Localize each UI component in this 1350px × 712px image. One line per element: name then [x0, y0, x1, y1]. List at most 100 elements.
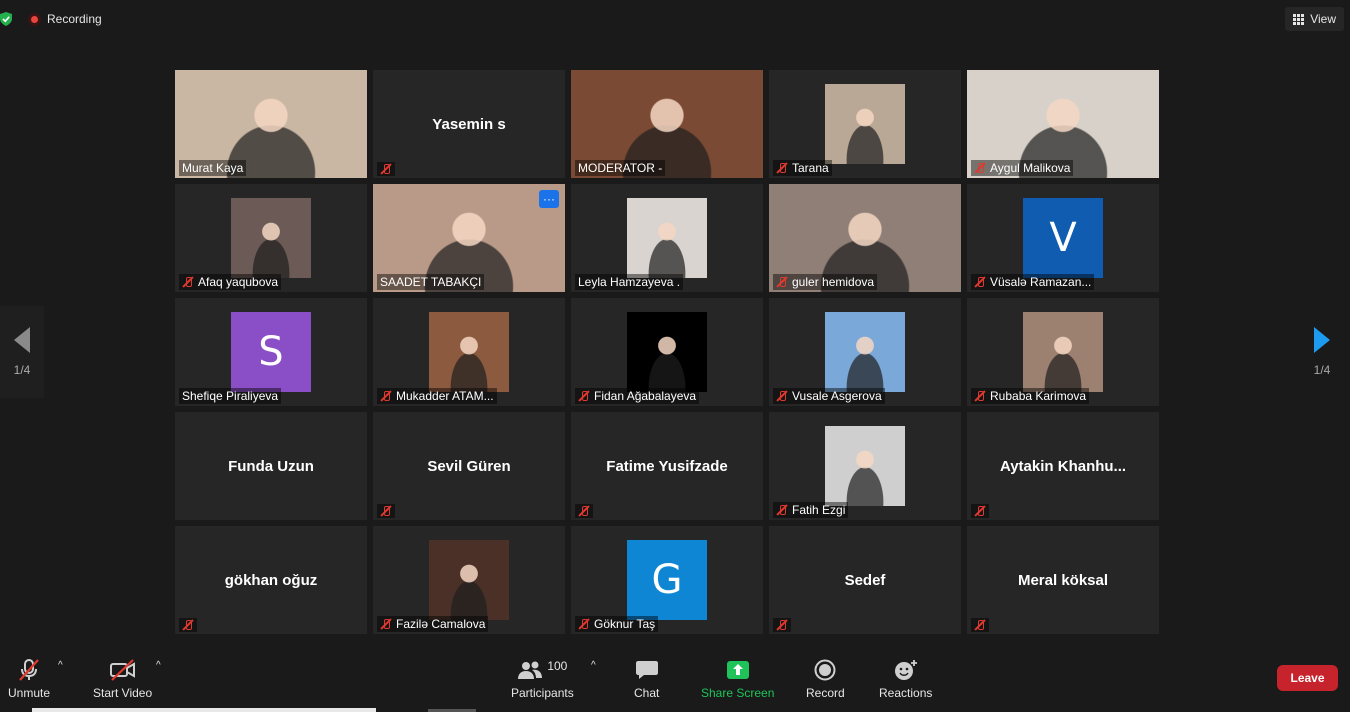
participant-tile[interactable]: Fatime Yusifzade	[571, 412, 763, 520]
participant-tile[interactable]: Rubaba Karimova	[967, 298, 1159, 406]
participant-name-label: Rubaba Karimova	[990, 389, 1087, 403]
mic-muted-icon	[380, 618, 392, 630]
participant-display-name: Sevil Güren	[427, 458, 511, 475]
mic-muted-icon	[182, 276, 194, 288]
view-button[interactable]: View	[1285, 7, 1344, 31]
participant-name-tag: Rubaba Karimova	[971, 388, 1090, 404]
participant-tile[interactable]: Yasemin s	[373, 70, 565, 178]
mic-muted-icon	[974, 276, 986, 288]
participant-name-label: MODERATOR -	[578, 161, 663, 175]
participant-name-tag: Leyla Hamzayeva .	[575, 274, 684, 290]
participants-options-caret[interactable]: ^	[591, 660, 596, 671]
participant-name-tag	[971, 618, 989, 632]
participant-name-tag: Tarana	[773, 160, 832, 176]
participant-tile[interactable]: S Shefiqe Piraliyeva	[175, 298, 367, 406]
participant-tile[interactable]: Fatih Ezgi	[769, 412, 961, 520]
participant-tile[interactable]: G Göknur Taş	[571, 526, 763, 634]
participant-name-tag: Fidan Ağabalayeva	[575, 388, 700, 404]
participants-button[interactable]: 100 Participants	[511, 658, 574, 700]
participant-tile[interactable]: Tarana	[769, 70, 961, 178]
participant-tile[interactable]: Afaq yaqubova	[175, 184, 367, 292]
participant-name-tag: Afaq yaqubova	[179, 274, 282, 290]
participant-tile[interactable]: Mukadder ATAM...	[373, 298, 565, 406]
participant-tile[interactable]: Aytakin Khanhu...	[967, 412, 1159, 520]
participant-tile[interactable]: ··· SAADET TABAKÇI	[373, 184, 565, 292]
participant-name-tag	[575, 504, 593, 518]
participant-display-name: Funda Uzun	[228, 458, 314, 475]
participant-name-tag	[377, 504, 395, 518]
page-indicator-right: 1/4	[1313, 363, 1331, 377]
participant-tile[interactable]: gökhan oğuz	[175, 526, 367, 634]
reactions-icon	[894, 658, 918, 682]
page-indicator-left: 1/4	[13, 363, 31, 377]
participant-tile[interactable]: Fidan Ağabalayeva	[571, 298, 763, 406]
participant-display-name: gökhan oğuz	[224, 572, 318, 589]
participant-name-label: Tarana	[792, 161, 829, 175]
mic-muted-icon	[17, 658, 41, 682]
view-label: View	[1310, 12, 1336, 26]
participant-tile[interactable]: Fazilə Camalova	[373, 526, 565, 634]
participant-name-tag: guler hemidova	[773, 274, 878, 290]
record-button[interactable]: Record	[806, 658, 845, 700]
participant-name-label: Aygul Malikova	[990, 161, 1071, 175]
participant-display-name: Sedef	[844, 572, 886, 589]
participant-name-label: Fatih Ezgi	[792, 503, 846, 517]
participant-video	[825, 426, 905, 506]
mic-muted-icon	[776, 276, 788, 288]
participant-tile[interactable]: Vusale Asgerova	[769, 298, 961, 406]
chat-label: Chat	[634, 686, 660, 700]
leave-button[interactable]: Leave	[1277, 665, 1338, 691]
participant-video	[231, 198, 311, 278]
participant-name-tag: Mukadder ATAM...	[377, 388, 497, 404]
share-screen-icon	[726, 658, 750, 682]
participant-tile[interactable]: Leyla Hamzayeva .	[571, 184, 763, 292]
unmute-button[interactable]: Unmute	[8, 658, 50, 700]
reactions-label: Reactions	[879, 686, 933, 700]
video-options-caret[interactable]: ^	[156, 660, 161, 671]
participants-label: Participants	[511, 686, 574, 700]
share-screen-button[interactable]: Share Screen	[701, 658, 774, 700]
participant-name-tag: Vusale Asgerova	[773, 388, 885, 404]
participant-tile[interactable]: guler hemidova	[769, 184, 961, 292]
participant-tile[interactable]: V Vüsalə Ramazan...	[967, 184, 1159, 292]
audio-options-caret[interactable]: ^	[58, 660, 63, 671]
participant-video	[627, 198, 707, 278]
more-options-button[interactable]: ···	[539, 190, 559, 208]
prev-page-button[interactable]: 1/4	[0, 306, 44, 398]
unmute-label: Unmute	[8, 686, 51, 700]
participant-tile[interactable]: Murat Kaya	[175, 70, 367, 178]
start-video-button[interactable]: Start Video	[93, 658, 152, 700]
participant-tile[interactable]: Meral köksal	[967, 526, 1159, 634]
mic-muted-icon	[974, 162, 986, 174]
mic-muted-icon	[974, 505, 986, 517]
mic-muted-icon	[974, 619, 986, 631]
participant-name-label: Fidan Ağabalayeva	[594, 389, 697, 403]
participant-tile[interactable]: Sevil Güren	[373, 412, 565, 520]
participant-name-label: Vusale Asgerova	[792, 389, 882, 403]
participant-tile[interactable]: MODERATOR -	[571, 70, 763, 178]
security-shield-icon[interactable]	[0, 12, 12, 26]
participant-name-tag: Murat Kaya	[179, 160, 247, 176]
participant-name-tag: Shefiqe Piraliyeva	[179, 388, 282, 404]
participant-display-name: Meral köksal	[1017, 572, 1109, 589]
recording-indicator[interactable]: Recording	[28, 12, 102, 26]
participant-name-label: Mukadder ATAM...	[396, 389, 494, 403]
participant-name-label: Shefiqe Piraliyeva	[182, 389, 279, 403]
arrow-right-icon	[1314, 327, 1330, 353]
chat-button[interactable]: Chat	[634, 658, 659, 700]
participant-tile[interactable]: Funda Uzun	[175, 412, 367, 520]
participant-video	[429, 312, 509, 392]
mic-muted-icon	[776, 162, 788, 174]
participants-count: 100	[547, 659, 568, 673]
participant-name-label: Afaq yaqubova	[198, 275, 279, 289]
participant-name-tag: Vüsalə Ramazan...	[971, 274, 1095, 290]
participant-tile[interactable]: Aygul Malikova	[967, 70, 1159, 178]
participants-icon: 100	[517, 658, 567, 682]
next-page-button[interactable]: 1/4	[1300, 306, 1344, 398]
start-video-label: Start Video	[93, 686, 153, 700]
participant-name-tag: Fatih Ezgi	[773, 502, 849, 518]
participant-name-tag	[773, 618, 791, 632]
participant-tile[interactable]: Sedef	[769, 526, 961, 634]
reactions-button[interactable]: Reactions	[879, 658, 932, 700]
avatar: S	[231, 312, 311, 392]
